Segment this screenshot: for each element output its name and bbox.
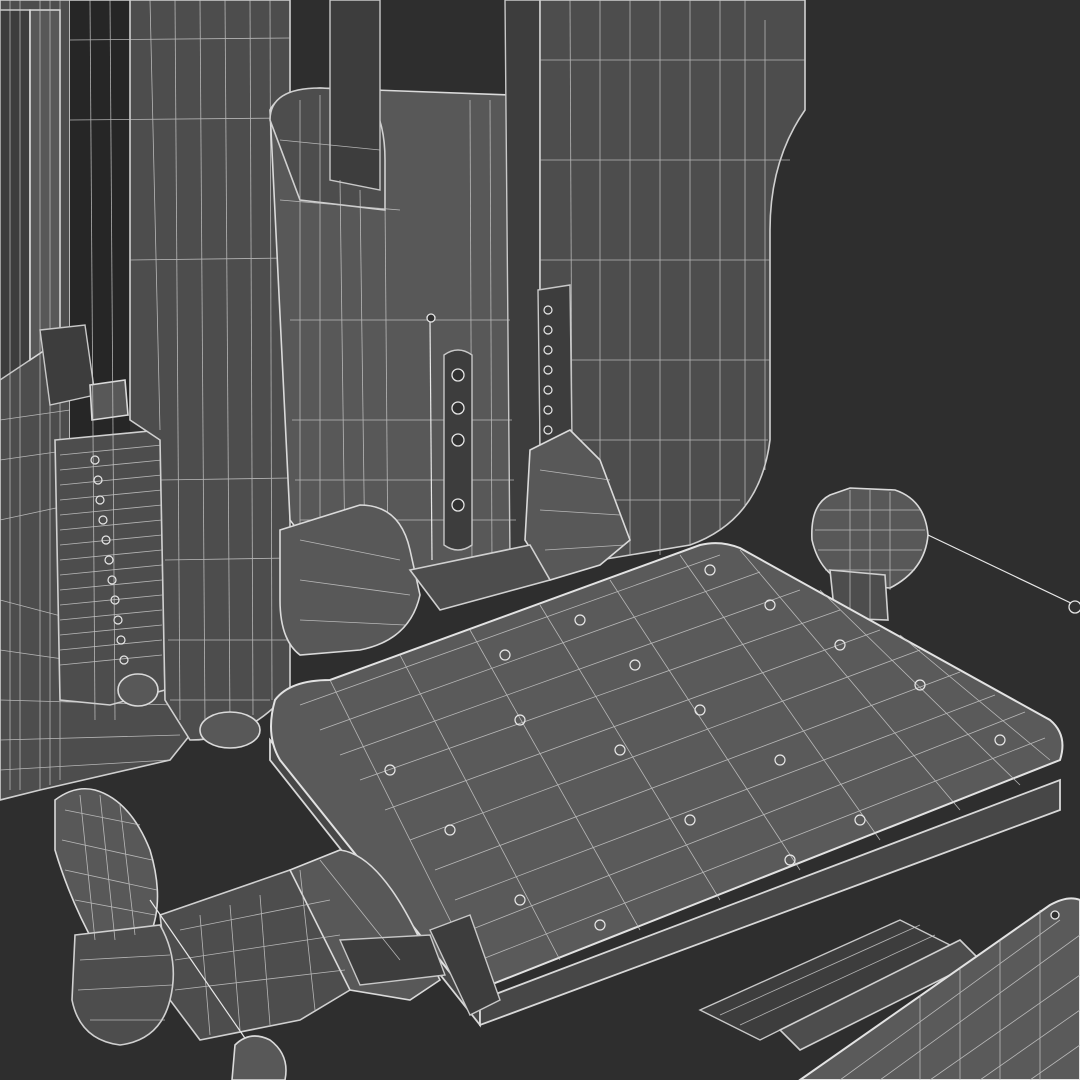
render-viewport	[0, 0, 1080, 1080]
wireframe-render	[0, 0, 1080, 1080]
